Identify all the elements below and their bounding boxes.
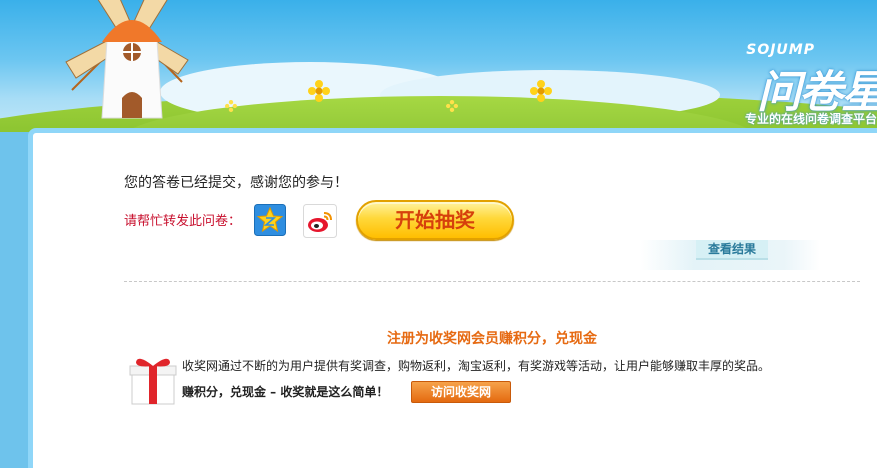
qq-zone-icon[interactable] <box>254 204 286 236</box>
promo-title: 注册为收奖网会员赚积分，兑现金 <box>387 331 597 347</box>
visit-shoujiang-button[interactable]: 访问收奖网 <box>411 381 511 403</box>
gift-icon <box>129 358 177 405</box>
promo-description: 收奖网通过不断的为用户提供有奖调查，购物返利，淘宝返利，有奖游戏等活动，让用户能… <box>182 359 771 373</box>
promo-slogan: 赚积分，兑现金 – 收奖就是这么简单！ <box>182 385 389 399</box>
windmill-illustration <box>65 0 189 119</box>
view-results-button[interactable]: 查看结果 <box>696 240 768 260</box>
weibo-icon[interactable] <box>303 204 337 238</box>
dashed-divider <box>124 281 860 282</box>
flower-icon <box>225 100 237 112</box>
share-label: 请帮忙转发此问卷： <box>124 214 242 229</box>
start-lottery-button[interactable]: 开始抽奖 <box>356 200 514 240</box>
header-banner: SOJUMP 问卷星 专业的在线问卷调查平台 <box>0 0 877 132</box>
flower-icon <box>308 80 330 102</box>
brand-logo: SOJUMP 问卷星 专业的在线问卷调查平台 <box>707 38 877 128</box>
brand-tagline: 专业的在线问卷调查平台 <box>744 112 877 126</box>
flower-icon <box>446 100 458 112</box>
flower-icon <box>530 80 552 102</box>
thanks-message: 您的答卷已经提交，感谢您的参与！ <box>124 175 348 191</box>
